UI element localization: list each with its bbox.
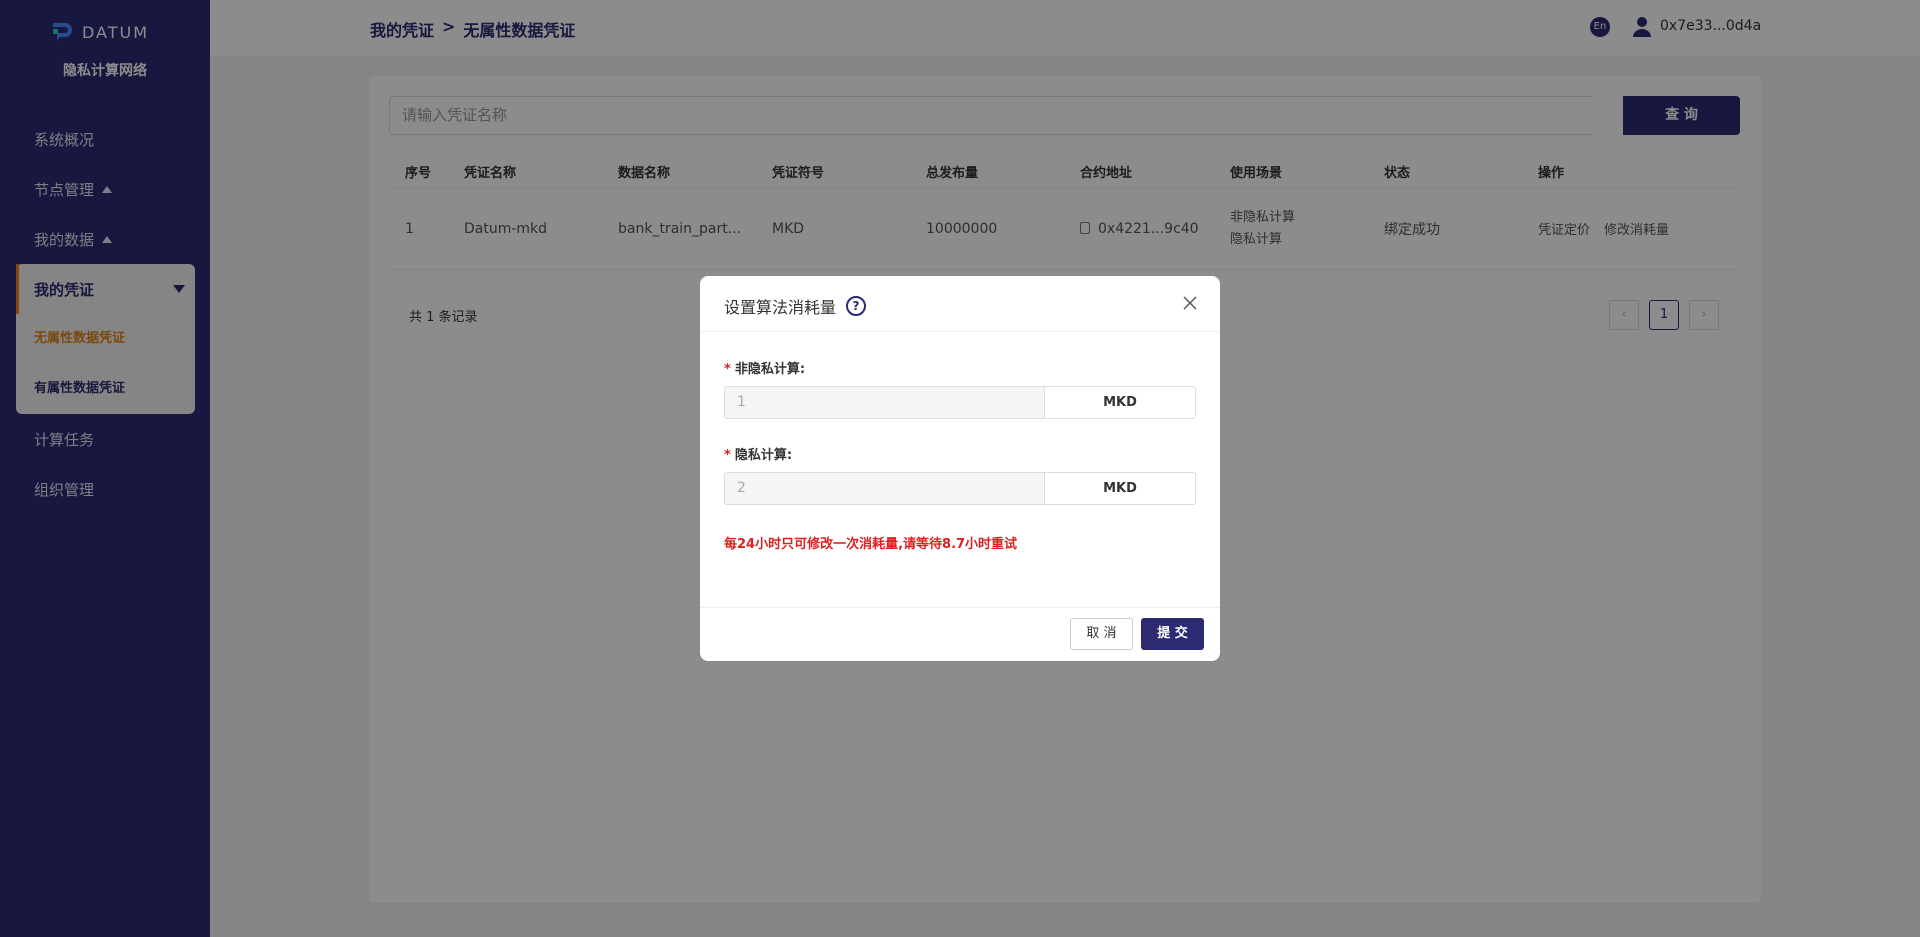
warning-message: 每24小时只可修改一次消耗量,请等待8.7小时重试 [724,537,1018,552]
modal-title-text: 设置算法消耗量 [724,298,837,317]
non-private-input[interactable]: 1 [725,387,1045,418]
submit-button[interactable]: 提 交 [1141,618,1204,650]
cancel-button[interactable]: 取 消 [1070,618,1133,650]
modal-title: 设置算法消耗量 ? [724,294,867,318]
required-mark: * [724,448,731,463]
non-private-field: 1 MKD [724,386,1196,419]
non-private-label: * 非隐私计算: [724,358,805,377]
close-icon[interactable] [1182,295,1198,311]
unit-label: MKD [1045,387,1195,418]
private-input[interactable]: 2 [725,473,1045,504]
field-label-text: 隐私计算: [734,448,793,463]
required-mark: * [724,362,731,377]
private-label: * 隐私计算: [724,444,792,463]
help-icon[interactable]: ? [846,296,867,316]
consumption-modal: 设置算法消耗量 ? * 非隐私计算: 1 MKD * 隐私计算: 2 MKD 每24… [700,276,1220,661]
private-field: 2 MKD [724,472,1196,505]
field-label-text: 非隐私计算: [734,362,806,377]
modal-footer: 取 消 提 交 [700,607,1220,661]
unit-label: MKD [1045,473,1195,504]
modal-header: 设置算法消耗量 ? [700,276,1220,332]
